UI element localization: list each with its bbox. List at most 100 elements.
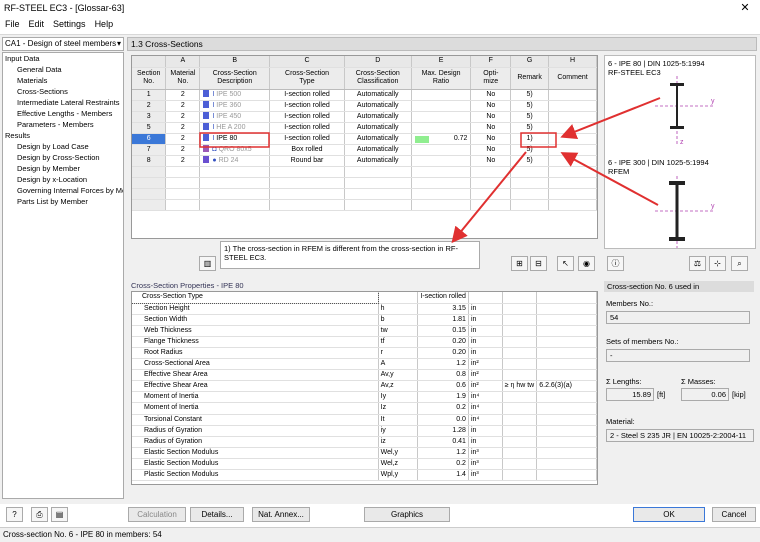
property-row[interactable]: Section Width b 1.81 in (132, 314, 597, 326)
material-no-cell[interactable]: 2 (165, 133, 201, 145)
section-no-cell[interactable]: 8 (132, 155, 167, 167)
nav-item-parts-list[interactable]: Parts List by Member (3, 196, 123, 207)
nav-item-materials[interactable]: Materials (3, 75, 123, 86)
comment-cell[interactable] (548, 155, 597, 167)
property-row[interactable]: Elastic Section Modulus Wel,z 0.2 in³ (132, 458, 597, 471)
material-no-cell[interactable]: 2 (165, 89, 201, 101)
type-cell[interactable]: I-section rolled (269, 111, 345, 123)
calculation-button[interactable]: Calculation (128, 507, 186, 522)
table-row[interactable]: 6 2 I IPE 80 I-section rolled Automatically 0.… (132, 133, 597, 145)
ratio-cell[interactable] (411, 122, 472, 134)
description-cell[interactable]: I IPE 500 (199, 89, 271, 101)
case-combo[interactable]: CA1 - Design of steel members ▾ (2, 37, 124, 51)
cancel-button[interactable]: Cancel (712, 507, 756, 522)
type-cell[interactable]: Round bar (269, 155, 345, 167)
material-no-cell[interactable]: 2 (165, 100, 201, 112)
table-row[interactable]: 2 2 I IPE 360 I-section rolled Automatically N… (132, 100, 597, 112)
type-cell[interactable]: Box rolled (269, 144, 345, 156)
menu-edit[interactable]: Edit (29, 17, 45, 32)
info-icon[interactable]: ⓘ (607, 256, 624, 271)
book-icon[interactable]: ▥ (199, 256, 216, 271)
nav-item-by-load-case[interactable]: Design by Load Case (3, 141, 123, 152)
description-cell[interactable]: I HE A 200 (199, 122, 271, 134)
property-row[interactable]: Effective Shear Area Av,y 0.8 in² (132, 369, 597, 382)
description-cell[interactable]: I IPE 360 (199, 100, 271, 112)
property-row[interactable]: Effective Shear Area Av,z 0.6 in² ≥ η hw tw 6… (132, 380, 597, 393)
nav-item-effective-lengths[interactable]: Effective Lengths - Members (3, 108, 123, 119)
remark-cell[interactable]: 5) (510, 111, 550, 123)
classification-cell[interactable]: Automatically (344, 89, 412, 101)
comment-cell[interactable] (548, 111, 597, 123)
section-no-cell[interactable]: 5 (132, 122, 167, 134)
remark-cell[interactable]: 5) (510, 144, 550, 156)
property-row[interactable]: Moment of Inertia Iy 1.9 in⁴ (132, 391, 597, 404)
material-no-cell[interactable]: 2 (165, 155, 201, 167)
comment-cell[interactable] (548, 133, 597, 145)
ratio-cell[interactable] (411, 89, 472, 101)
description-cell[interactable]: I IPE 80 (199, 133, 271, 145)
axes-icon[interactable]: ⊹ (709, 256, 726, 271)
classification-cell[interactable]: Automatically (344, 111, 412, 123)
ratio-cell[interactable]: 0.72 (411, 133, 472, 145)
menu-file[interactable]: File (5, 17, 20, 32)
optimize-cell[interactable]: No (470, 144, 512, 156)
remark-cell[interactable]: 5) (510, 100, 550, 112)
nav-item-by-x-location[interactable]: Design by x-Location (3, 174, 123, 185)
material-no-cell[interactable]: 2 (165, 144, 201, 156)
property-row[interactable]: Web Thickness tw 0.15 in (132, 325, 597, 337)
ratio-cell[interactable] (411, 111, 472, 123)
type-cell[interactable]: I-section rolled (269, 133, 345, 145)
remark-cell[interactable]: 5) (510, 155, 550, 167)
optimize-cell[interactable]: No (470, 155, 512, 167)
close-icon[interactable]: ✕ (732, 0, 758, 17)
nav-item-cross-sections[interactable]: Cross-Sections (3, 86, 123, 97)
nav-input-data[interactable]: Input Data (3, 53, 123, 64)
section-no-cell[interactable]: 3 (132, 111, 167, 123)
classification-cell[interactable]: Automatically (344, 100, 412, 112)
material-no-cell[interactable]: 2 (165, 111, 201, 123)
section-no-cell[interactable]: 6 (132, 133, 167, 145)
type-cell[interactable]: I-section rolled (269, 100, 345, 112)
comment-cell[interactable] (548, 89, 597, 101)
optimize-cell[interactable]: No (470, 89, 512, 101)
details-button[interactable]: Details... (190, 507, 244, 522)
nav-item-governing-forces[interactable]: Governing Internal Forces by Member (3, 185, 123, 196)
classification-cell[interactable]: Automatically (344, 155, 412, 167)
profile-settings-icon[interactable]: ⚖ (689, 256, 706, 271)
property-row[interactable]: Elastic Section Modulus Wel,y 1.2 in³ (132, 447, 597, 459)
remark-cell[interactable]: 1) (510, 133, 550, 145)
remark-cell[interactable]: 5) (510, 89, 550, 101)
classification-cell[interactable]: Automatically (344, 133, 412, 145)
nav-item-general-data[interactable]: General Data (3, 64, 123, 75)
description-cell[interactable]: I IPE 450 (199, 111, 271, 123)
comment-cell[interactable] (548, 100, 597, 112)
graphics-button[interactable]: Graphics (364, 507, 450, 522)
view-icon[interactable]: ◉ (578, 256, 595, 271)
ratio-cell[interactable] (411, 100, 472, 112)
nat-annex-button[interactable]: Nat. Annex... (252, 507, 310, 522)
ok-button[interactable]: OK (633, 507, 705, 522)
menu-help[interactable]: Help (95, 17, 114, 32)
property-row[interactable]: Moment of Inertia Iz 0.2 in⁴ (132, 402, 597, 415)
section-no-cell[interactable]: 7 (132, 144, 167, 156)
material-no-cell[interactable]: 2 (165, 122, 201, 134)
property-row[interactable]: Root Radius r 0.20 in (132, 347, 597, 360)
type-cell[interactable]: I-section rolled (269, 89, 345, 101)
description-cell[interactable]: ● RD 24 (199, 155, 271, 167)
zoom-icon[interactable]: ⌕ (731, 256, 748, 271)
table-row[interactable]: 1 2 I IPE 500 I-section rolled Automatically N… (132, 89, 597, 101)
property-row[interactable]: Torsional Constant It 0.0 in⁴ (132, 414, 597, 426)
classification-cell[interactable]: Automatically (344, 144, 412, 156)
table-icon[interactable]: ▤ (51, 507, 68, 522)
comment-cell[interactable] (548, 122, 597, 134)
section-no-cell[interactable]: 1 (132, 89, 167, 101)
property-row[interactable]: Cross-Section Type I-section rolled (132, 292, 597, 305)
property-row[interactable]: Plastic Section Modulus Wpl,y 1.4 in³ (132, 469, 597, 482)
nav-item-by-cross-section[interactable]: Design by Cross-Section (3, 152, 123, 163)
table-row[interactable]: 3 2 I IPE 450 I-section rolled Automatically N… (132, 111, 597, 123)
ratio-cell[interactable] (411, 155, 472, 167)
select-icon[interactable]: ↖ (557, 256, 574, 271)
remark-cell[interactable]: 5) (510, 122, 550, 134)
optimize-cell[interactable]: No (470, 111, 512, 123)
import-excel-icon[interactable]: ⊟ (530, 256, 547, 271)
